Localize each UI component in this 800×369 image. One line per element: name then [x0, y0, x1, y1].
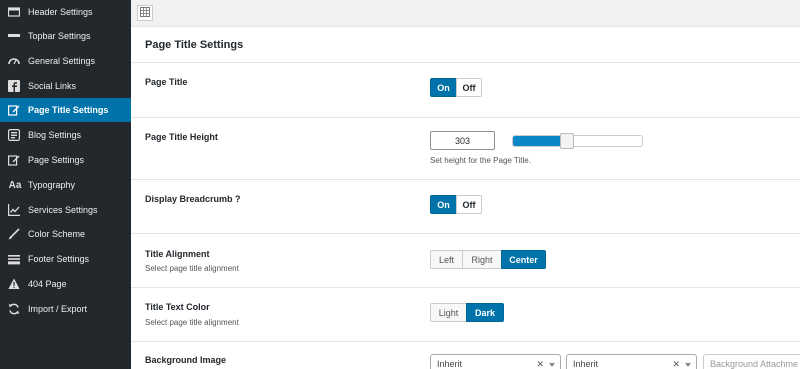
divider — [131, 287, 800, 288]
title-text-color-buttons: Light Dark — [430, 303, 504, 322]
slider-handle[interactable] — [560, 133, 574, 149]
divider — [131, 117, 800, 118]
clear-icon[interactable]: ✕ — [672, 359, 680, 369]
footer-icon — [8, 253, 20, 265]
chevron-down-icon — [549, 363, 555, 367]
color-dark-button[interactable]: Dark — [466, 303, 504, 322]
divider — [131, 233, 800, 234]
sidebar-item-label: General Settings — [28, 56, 96, 66]
page-title-height-description: Set height for the Page Title. — [430, 156, 531, 165]
blog-icon — [8, 129, 20, 141]
divider — [131, 62, 800, 63]
sidebar-item-label: 404 Page — [28, 279, 67, 289]
page-title: Page Title Settings — [145, 39, 244, 51]
dashboard-icon — [8, 55, 20, 67]
warning-icon — [8, 278, 20, 290]
grid-icon — [140, 7, 150, 19]
align-left-button[interactable]: Left — [430, 250, 463, 269]
display-breadcrumb-off-button[interactable]: Off — [456, 195, 482, 214]
sidebar-item-label: Typography — [28, 180, 76, 190]
brush-icon — [8, 228, 20, 240]
chart-icon — [8, 204, 20, 216]
sidebar-item-typography[interactable]: Aa Typography — [0, 173, 131, 197]
sidebar-item-label: Page Settings — [28, 155, 85, 165]
sidebar-item-label: Blog Settings — [28, 130, 82, 140]
page-title-height-input[interactable] — [430, 131, 495, 150]
sidebar-item-color-scheme[interactable]: Color Scheme — [0, 222, 131, 246]
title-text-color-description: Select page title alignment — [145, 318, 239, 327]
align-center-button[interactable]: Center — [501, 250, 546, 269]
sidebar-item-social-links[interactable]: Social Links — [0, 74, 131, 98]
refresh-icon — [8, 303, 20, 315]
page-title-label: Page Title — [145, 77, 188, 87]
facebook-icon — [8, 80, 20, 92]
sidebar-item-label: Topbar Settings — [28, 31, 91, 41]
typography-icon: Aa — [8, 179, 22, 191]
display-breadcrumb-label: Display Breadcrumb ? — [145, 194, 241, 204]
page-title-height-label: Page Title Height — [145, 132, 218, 142]
background-size-select[interactable]: Inherit ✕ — [566, 354, 697, 369]
select-placeholder: Background Attachme — [710, 359, 799, 369]
align-right-button[interactable]: Right — [462, 250, 502, 269]
display-breadcrumb-on-button[interactable]: On — [430, 195, 457, 214]
sidebar-item-topbar-settings[interactable]: Topbar Settings — [0, 24, 131, 48]
page-title-off-button[interactable]: Off — [456, 78, 482, 97]
clear-icon[interactable]: ✕ — [536, 359, 544, 369]
sidebar-item-blog-settings[interactable]: Blog Settings — [0, 123, 131, 147]
topbar-icon — [8, 30, 20, 42]
sidebar-item-label: Page Title Settings — [28, 105, 109, 115]
expand-toggle-button[interactable] — [137, 5, 153, 21]
background-repeat-select[interactable]: Inherit ✕ — [430, 354, 561, 369]
edit-icon — [8, 104, 20, 116]
page-title-height-slider[interactable] — [512, 133, 643, 149]
sidebar-item-general-settings[interactable]: General Settings — [0, 49, 131, 73]
slider-fill — [513, 136, 567, 146]
page-edit-icon — [8, 154, 20, 166]
title-text-color-label: Title Text Color — [145, 302, 210, 312]
divider — [131, 341, 800, 342]
sidebar-item-label: Footer Settings — [28, 254, 90, 264]
title-alignment-label: Title Alignment — [145, 249, 210, 259]
sidebar-item-label: Import / Export — [28, 304, 88, 314]
display-breadcrumb-toggle: On Off — [430, 195, 482, 214]
sidebar-item-header-settings[interactable]: Header Settings — [0, 0, 131, 24]
chevron-down-icon — [685, 363, 691, 367]
background-attachment-select[interactable]: Background Attachme — [703, 354, 800, 369]
sidebar-item-page-settings[interactable]: Page Settings — [0, 148, 131, 172]
page-title-on-button[interactable]: On — [430, 78, 457, 97]
sidebar-item-label: Services Settings — [28, 205, 98, 215]
page-title-toggle: On Off — [430, 78, 482, 97]
sidebar-item-label: Header Settings — [28, 7, 93, 17]
select-value: Inherit — [573, 359, 599, 369]
sidebar-item-import-export[interactable]: Import / Export — [0, 297, 131, 321]
sidebar-item-404-page[interactable]: 404 Page — [0, 272, 131, 296]
title-alignment-description: Select page title alignment — [145, 264, 239, 273]
select-value: Inherit — [437, 359, 463, 369]
sidebar: Header Settings Topbar Settings General … — [0, 0, 131, 369]
sidebar-item-label: Color Scheme — [28, 229, 86, 239]
sidebar-item-label: Social Links — [28, 81, 77, 91]
sidebar-item-footer-settings[interactable]: Footer Settings — [0, 247, 131, 271]
title-alignment-buttons: Left Right Center — [430, 250, 546, 269]
sidebar-item-page-title-settings[interactable]: Page Title Settings — [0, 98, 131, 122]
color-light-button[interactable]: Light — [430, 303, 467, 322]
header-icon — [8, 6, 20, 18]
options-toolbar — [131, 0, 800, 27]
divider — [131, 179, 800, 180]
sidebar-item-services-settings[interactable]: Services Settings — [0, 198, 131, 222]
background-image-label: Background Image — [145, 355, 227, 365]
